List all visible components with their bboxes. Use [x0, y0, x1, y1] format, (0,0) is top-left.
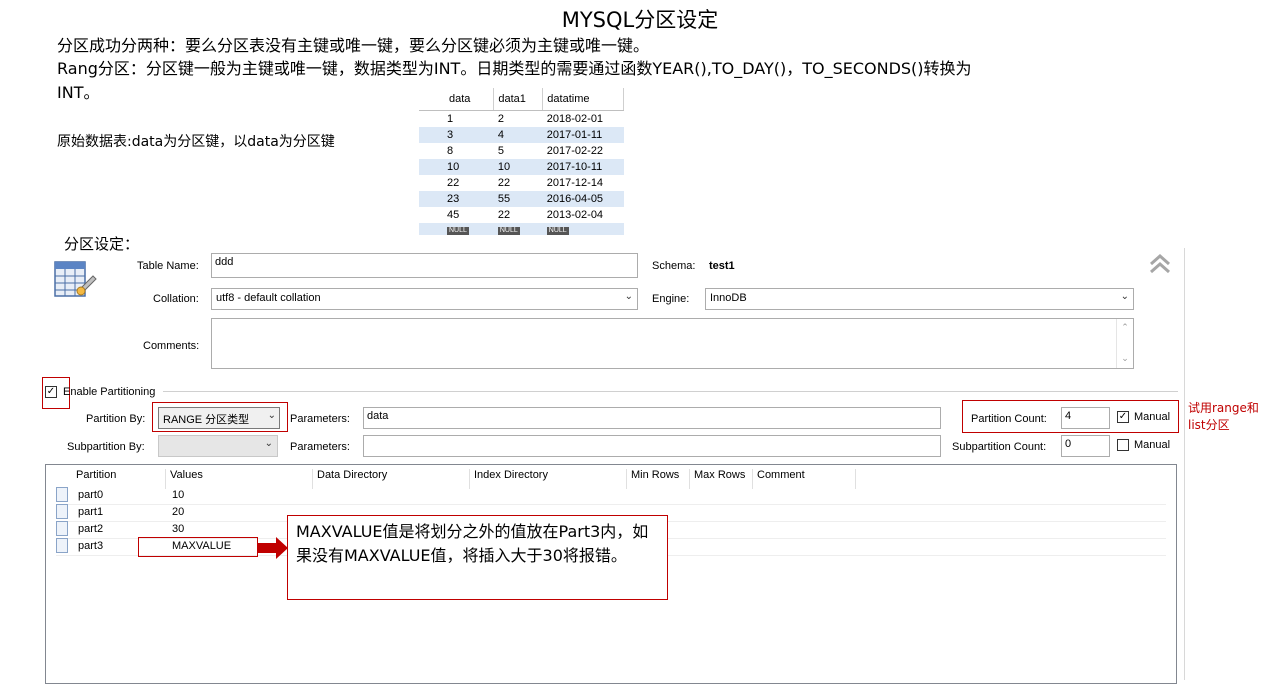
maxvalue-callout: MAXVALUE值是将划分之外的值放在Part3内，如果没有MAXVALUE值，… [287, 515, 668, 600]
table-name-label: Table Name: [137, 260, 199, 272]
sample-header-data: data [419, 88, 495, 111]
sample-cell: 45 [447, 209, 460, 221]
subpartition-by-label: Subpartition By: [67, 441, 145, 453]
subpartition-by-select[interactable]: ⌄ [158, 435, 278, 457]
maxvalue-highlight [138, 537, 258, 557]
comments-label: Comments: [143, 340, 200, 352]
enable-partitioning-label: Enable Partitioning [63, 386, 156, 398]
sample-cell: 2017-01-11 [542, 127, 624, 143]
sample-cell: 8 [447, 145, 454, 157]
sample-cell: 23 [419, 191, 494, 207]
null-badge: NULL [447, 227, 469, 235]
partition-file-icon [56, 504, 68, 519]
partition-name: part3 [78, 540, 104, 552]
partition-file-icon [56, 487, 68, 502]
partition-file-icon [56, 521, 68, 536]
sub-manual-label: Manual [1134, 439, 1171, 451]
comments-scrollbar[interactable]: ⌃ ⌄ [1116, 319, 1133, 368]
partition-count-label: Partition Count: [971, 413, 1047, 425]
sample-cell: 2017-12-14 [546, 177, 604, 189]
engine-label: Engine: [652, 293, 690, 305]
col-partition[interactable]: Partition [72, 469, 166, 489]
partition-file-icon [56, 538, 68, 553]
engine-value: InnoDB [710, 292, 747, 304]
section-label: 分区设定： [64, 235, 140, 253]
null-badge: NULL [546, 227, 569, 235]
manual-checkbox[interactable]: ✓ [1117, 411, 1129, 423]
parameters-label: Parameters: [290, 413, 350, 425]
partition-name: part2 [78, 523, 104, 535]
intro-line-3: INT。 [57, 83, 100, 102]
sample-cell: 2013-02-04 [546, 209, 604, 221]
table-name-input[interactable]: ddd [211, 253, 638, 278]
sample-cell: 3 [419, 127, 494, 143]
sample-cell: 1 [447, 113, 454, 125]
sample-data-table: data data1 datatime 1 2 2018-02-01 3 4 2017-… [419, 88, 624, 235]
partition-count-input[interactable]: 4 [1061, 407, 1110, 429]
comments-textarea[interactable]: ⌃ ⌄ [211, 318, 1134, 369]
partition-by-value: RANGE 分区类型 [163, 414, 250, 426]
sample-cell: 10 [419, 159, 494, 175]
col-data-directory[interactable]: Data Directory [313, 469, 470, 489]
sub-manual-checkbox[interactable] [1117, 439, 1129, 451]
sub-parameters-input[interactable] [363, 435, 941, 457]
schema-value: test1 [709, 260, 735, 272]
chevron-down-icon: ⌄ [264, 438, 273, 449]
sample-cell: 22 [497, 209, 511, 221]
subpartition-count-input[interactable]: 0 [1061, 435, 1110, 457]
partition-by-label: Partition By: [86, 413, 146, 425]
col-values[interactable]: Values [166, 469, 313, 489]
null-badge: NULL [497, 227, 520, 235]
partition-value: 20 [172, 506, 185, 518]
sample-header-data1: data1 [493, 88, 544, 111]
col-comment[interactable]: Comment [753, 469, 856, 489]
engine-select[interactable]: InnoDB ⌄ [705, 288, 1134, 310]
collation-select[interactable]: utf8 - default collation ⌄ [211, 288, 638, 310]
sample-cell: 55 [493, 191, 543, 207]
sample-cell: 4 [493, 127, 543, 143]
intro-line-1: 分区成功分两种：要么分区表没有主键或唯一键，要么分区键必须为主键或唯一键。 [57, 36, 650, 55]
partition-name: part1 [78, 506, 104, 518]
chevron-down-icon: ⌄ [267, 410, 276, 421]
sample-cell: 2017-10-11 [542, 159, 624, 175]
sample-cell: 22 [497, 177, 511, 189]
collation-label: Collation: [153, 293, 199, 305]
arrow-right-icon [258, 537, 288, 559]
col-index-directory[interactable]: Index Directory [470, 469, 627, 489]
panel-edge [1184, 248, 1185, 680]
manual-label: Manual [1134, 411, 1171, 423]
side-note: 试用range和list分区 [1188, 401, 1259, 432]
partitioning-divider [163, 391, 1178, 392]
sample-cell: 2 [497, 113, 504, 125]
sample-cell: 2018-02-01 [546, 113, 604, 125]
enable-partitioning-checkbox[interactable]: ✓ [45, 386, 57, 398]
col-min-rows[interactable]: Min Rows [627, 469, 690, 489]
scroll-down-icon: ⌄ [1121, 353, 1129, 363]
collapse-chevron-icon[interactable] [1148, 252, 1172, 276]
sample-cell: 2017-02-22 [546, 145, 604, 157]
sample-cell: 5 [497, 145, 504, 157]
schema-label: Schema: [652, 260, 696, 272]
partition-value: 30 [172, 523, 185, 535]
slide-title: MYSQL分区设定 [561, 8, 719, 32]
parameters-input[interactable]: data [363, 407, 941, 429]
col-max-rows[interactable]: Max Rows [690, 469, 753, 489]
subpartition-count-label: Subpartition Count: [952, 441, 1047, 453]
original-table-note: 原始数据表:data为分区键，以data为分区键 [57, 134, 335, 150]
sample-cell: 22 [447, 177, 460, 189]
intro-line-2: Rang分区：分区键一般为主键或唯一键，数据类型为INT。日期类型的需要通过函数… [57, 59, 972, 78]
partition-by-select[interactable]: RANGE 分区类型 ⌄ [158, 407, 280, 429]
sub-parameters-label: Parameters: [290, 441, 350, 453]
partition-name: part0 [78, 489, 104, 501]
sample-cell: 2016-04-05 [542, 191, 624, 207]
chevron-down-icon: ⌄ [1120, 291, 1129, 302]
scroll-up-icon: ⌃ [1121, 322, 1129, 332]
sample-cell: 10 [493, 159, 543, 175]
partition-value: 10 [172, 489, 185, 501]
collation-value: utf8 - default collation [216, 292, 321, 304]
sample-header-datatime: datatime [542, 88, 624, 111]
table-row[interactable]: part0 10 [56, 487, 1166, 505]
table-settings-icon [53, 258, 97, 302]
chevron-down-icon: ⌄ [624, 291, 633, 302]
